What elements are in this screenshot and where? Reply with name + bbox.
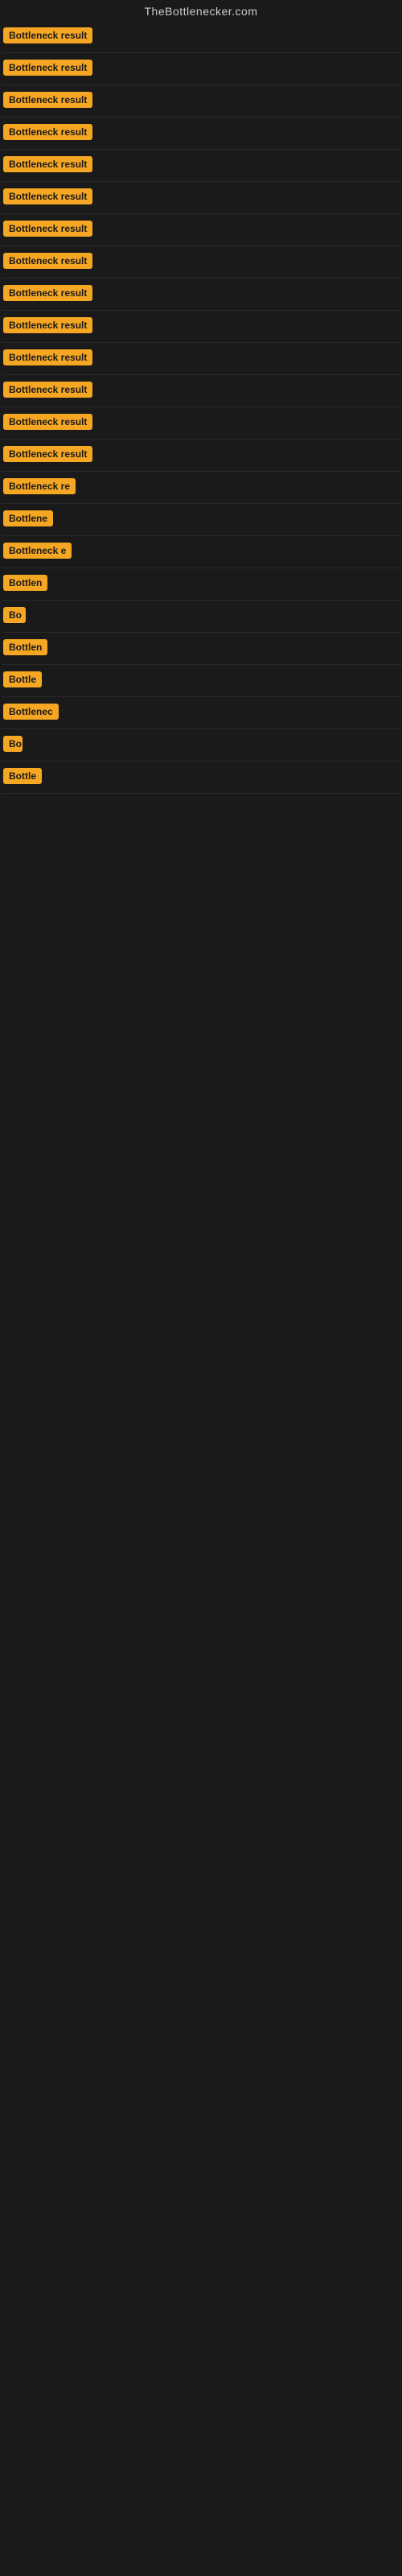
list-item: Bottleneck result xyxy=(2,53,402,85)
list-item: Bottleneck result xyxy=(2,375,402,407)
bottleneck-result-badge[interactable]: Bottleneck result xyxy=(3,60,92,76)
list-item: Bottleneck result xyxy=(2,246,402,279)
list-item: Bo xyxy=(2,601,402,633)
bottleneck-result-badge[interactable]: Bottleneck result xyxy=(3,382,92,398)
list-item: Bottleneck result xyxy=(2,21,402,53)
list-item: Bottlene xyxy=(2,504,402,536)
list-item: Bottleneck result xyxy=(2,118,402,150)
bottleneck-result-badge[interactable]: Bottleneck result xyxy=(3,188,92,204)
list-item: Bottleneck re xyxy=(2,472,402,504)
site-title: TheBottlenecker.com xyxy=(0,0,402,21)
list-item: Bottleneck result xyxy=(2,343,402,375)
bottleneck-result-badge[interactable]: Bottleneck result xyxy=(3,349,92,365)
bottleneck-result-badge[interactable]: Bottleneck result xyxy=(3,446,92,462)
list-item: Bottlen xyxy=(2,568,402,601)
list-item: Bottleneck result xyxy=(2,440,402,472)
bottleneck-result-badge[interactable]: Bottleneck result xyxy=(3,285,92,301)
bottleneck-result-badge[interactable]: Bottlen xyxy=(3,575,47,591)
bottleneck-result-badge[interactable]: Bottleneck result xyxy=(3,317,92,333)
bottleneck-result-badge[interactable]: Bottleneck result xyxy=(3,221,92,237)
list-item: Bottle xyxy=(2,762,402,794)
bottleneck-result-badge[interactable]: Bottleneck e xyxy=(3,543,72,559)
bottleneck-result-badge[interactable]: Bottleneck result xyxy=(3,414,92,430)
bottleneck-result-badge[interactable]: Bottlenec xyxy=(3,704,59,720)
list-item: Bottleneck result xyxy=(2,279,402,311)
bottleneck-result-badge[interactable]: Bottleneck result xyxy=(3,27,92,43)
list-item: Bo xyxy=(2,729,402,762)
bottleneck-result-badge[interactable]: Bottlene xyxy=(3,510,53,526)
list-item: Bottleneck result xyxy=(2,150,402,182)
list-item: Bottle xyxy=(2,665,402,697)
bottleneck-result-badge[interactable]: Bo xyxy=(3,736,23,752)
bottleneck-result-badge[interactable]: Bottleneck result xyxy=(3,92,92,108)
list-item: Bottleneck result xyxy=(2,407,402,440)
list-item: Bottleneck result xyxy=(2,85,402,118)
bottleneck-result-badge[interactable]: Bottleneck result xyxy=(3,156,92,172)
list-item: Bottlenec xyxy=(2,697,402,729)
bottleneck-result-badge[interactable]: Bottle xyxy=(3,768,42,784)
list-item: Bottleneck result xyxy=(2,311,402,343)
bottleneck-result-badge[interactable]: Bottleneck result xyxy=(3,253,92,269)
bottleneck-result-badge[interactable]: Bottleneck result xyxy=(3,124,92,140)
list-item: Bottleneck result xyxy=(2,214,402,246)
list-item: Bottleneck result xyxy=(2,182,402,214)
bottleneck-result-badge[interactable]: Bottle xyxy=(3,671,42,687)
bottleneck-result-badge[interactable]: Bottleneck re xyxy=(3,478,76,494)
bottleneck-result-badge[interactable]: Bottlen xyxy=(3,639,47,655)
list-item: Bottlen xyxy=(2,633,402,665)
list-item: Bottleneck e xyxy=(2,536,402,568)
bottleneck-result-badge[interactable]: Bo xyxy=(3,607,26,623)
